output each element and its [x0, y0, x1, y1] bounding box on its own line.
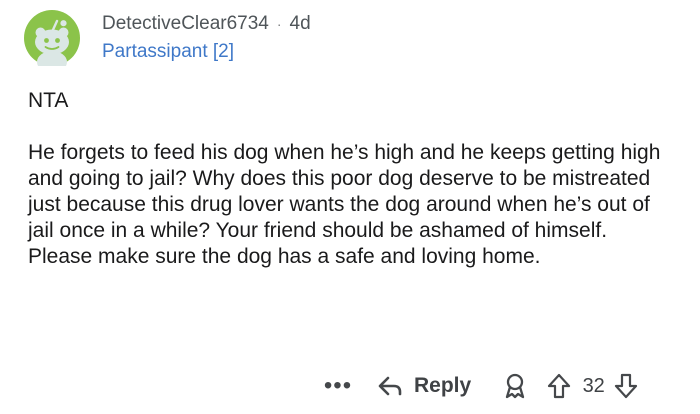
ellipsis-icon: ••• [323, 372, 353, 399]
reddit-snoo-avatar-icon [24, 10, 80, 66]
award-icon [501, 372, 529, 400]
comment-age: 4d [289, 13, 311, 34]
upvote-arrow-icon [547, 372, 571, 400]
comment-paragraph-verdict: NTA [28, 89, 69, 112]
meta-separator: · [276, 16, 282, 32]
upvote-button[interactable] [545, 370, 573, 402]
more-options-button[interactable]: ••• [318, 370, 358, 402]
username-link[interactable]: DetectiveClear6734 [102, 12, 269, 36]
reply-button[interactable]: Reply [376, 370, 471, 402]
reply-arrow-icon [376, 374, 404, 398]
user-line: DetectiveClear6734 · 4d [102, 12, 602, 36]
comment-header: DetectiveClear6734 · 4d Partassipant [2] [24, 10, 676, 66]
vote-score: 32 [582, 375, 605, 397]
comment-paragraph-main: He forgets to feed his dog when he’s hig… [28, 141, 661, 268]
comment-actions: ••• Reply 32 [318, 368, 688, 404]
downvote-arrow-icon [614, 372, 638, 400]
downvote-button[interactable] [612, 370, 640, 402]
give-award-button[interactable] [499, 370, 531, 402]
user-flair: Partassipant [2] [102, 41, 235, 62]
reply-label: Reply [414, 374, 472, 397]
comment-meta: DetectiveClear6734 · 4d Partassipant [2] [102, 12, 602, 64]
comment-body: NTA He forgets to feed his dog when he’s… [28, 88, 670, 270]
user-avatar[interactable] [24, 10, 80, 66]
